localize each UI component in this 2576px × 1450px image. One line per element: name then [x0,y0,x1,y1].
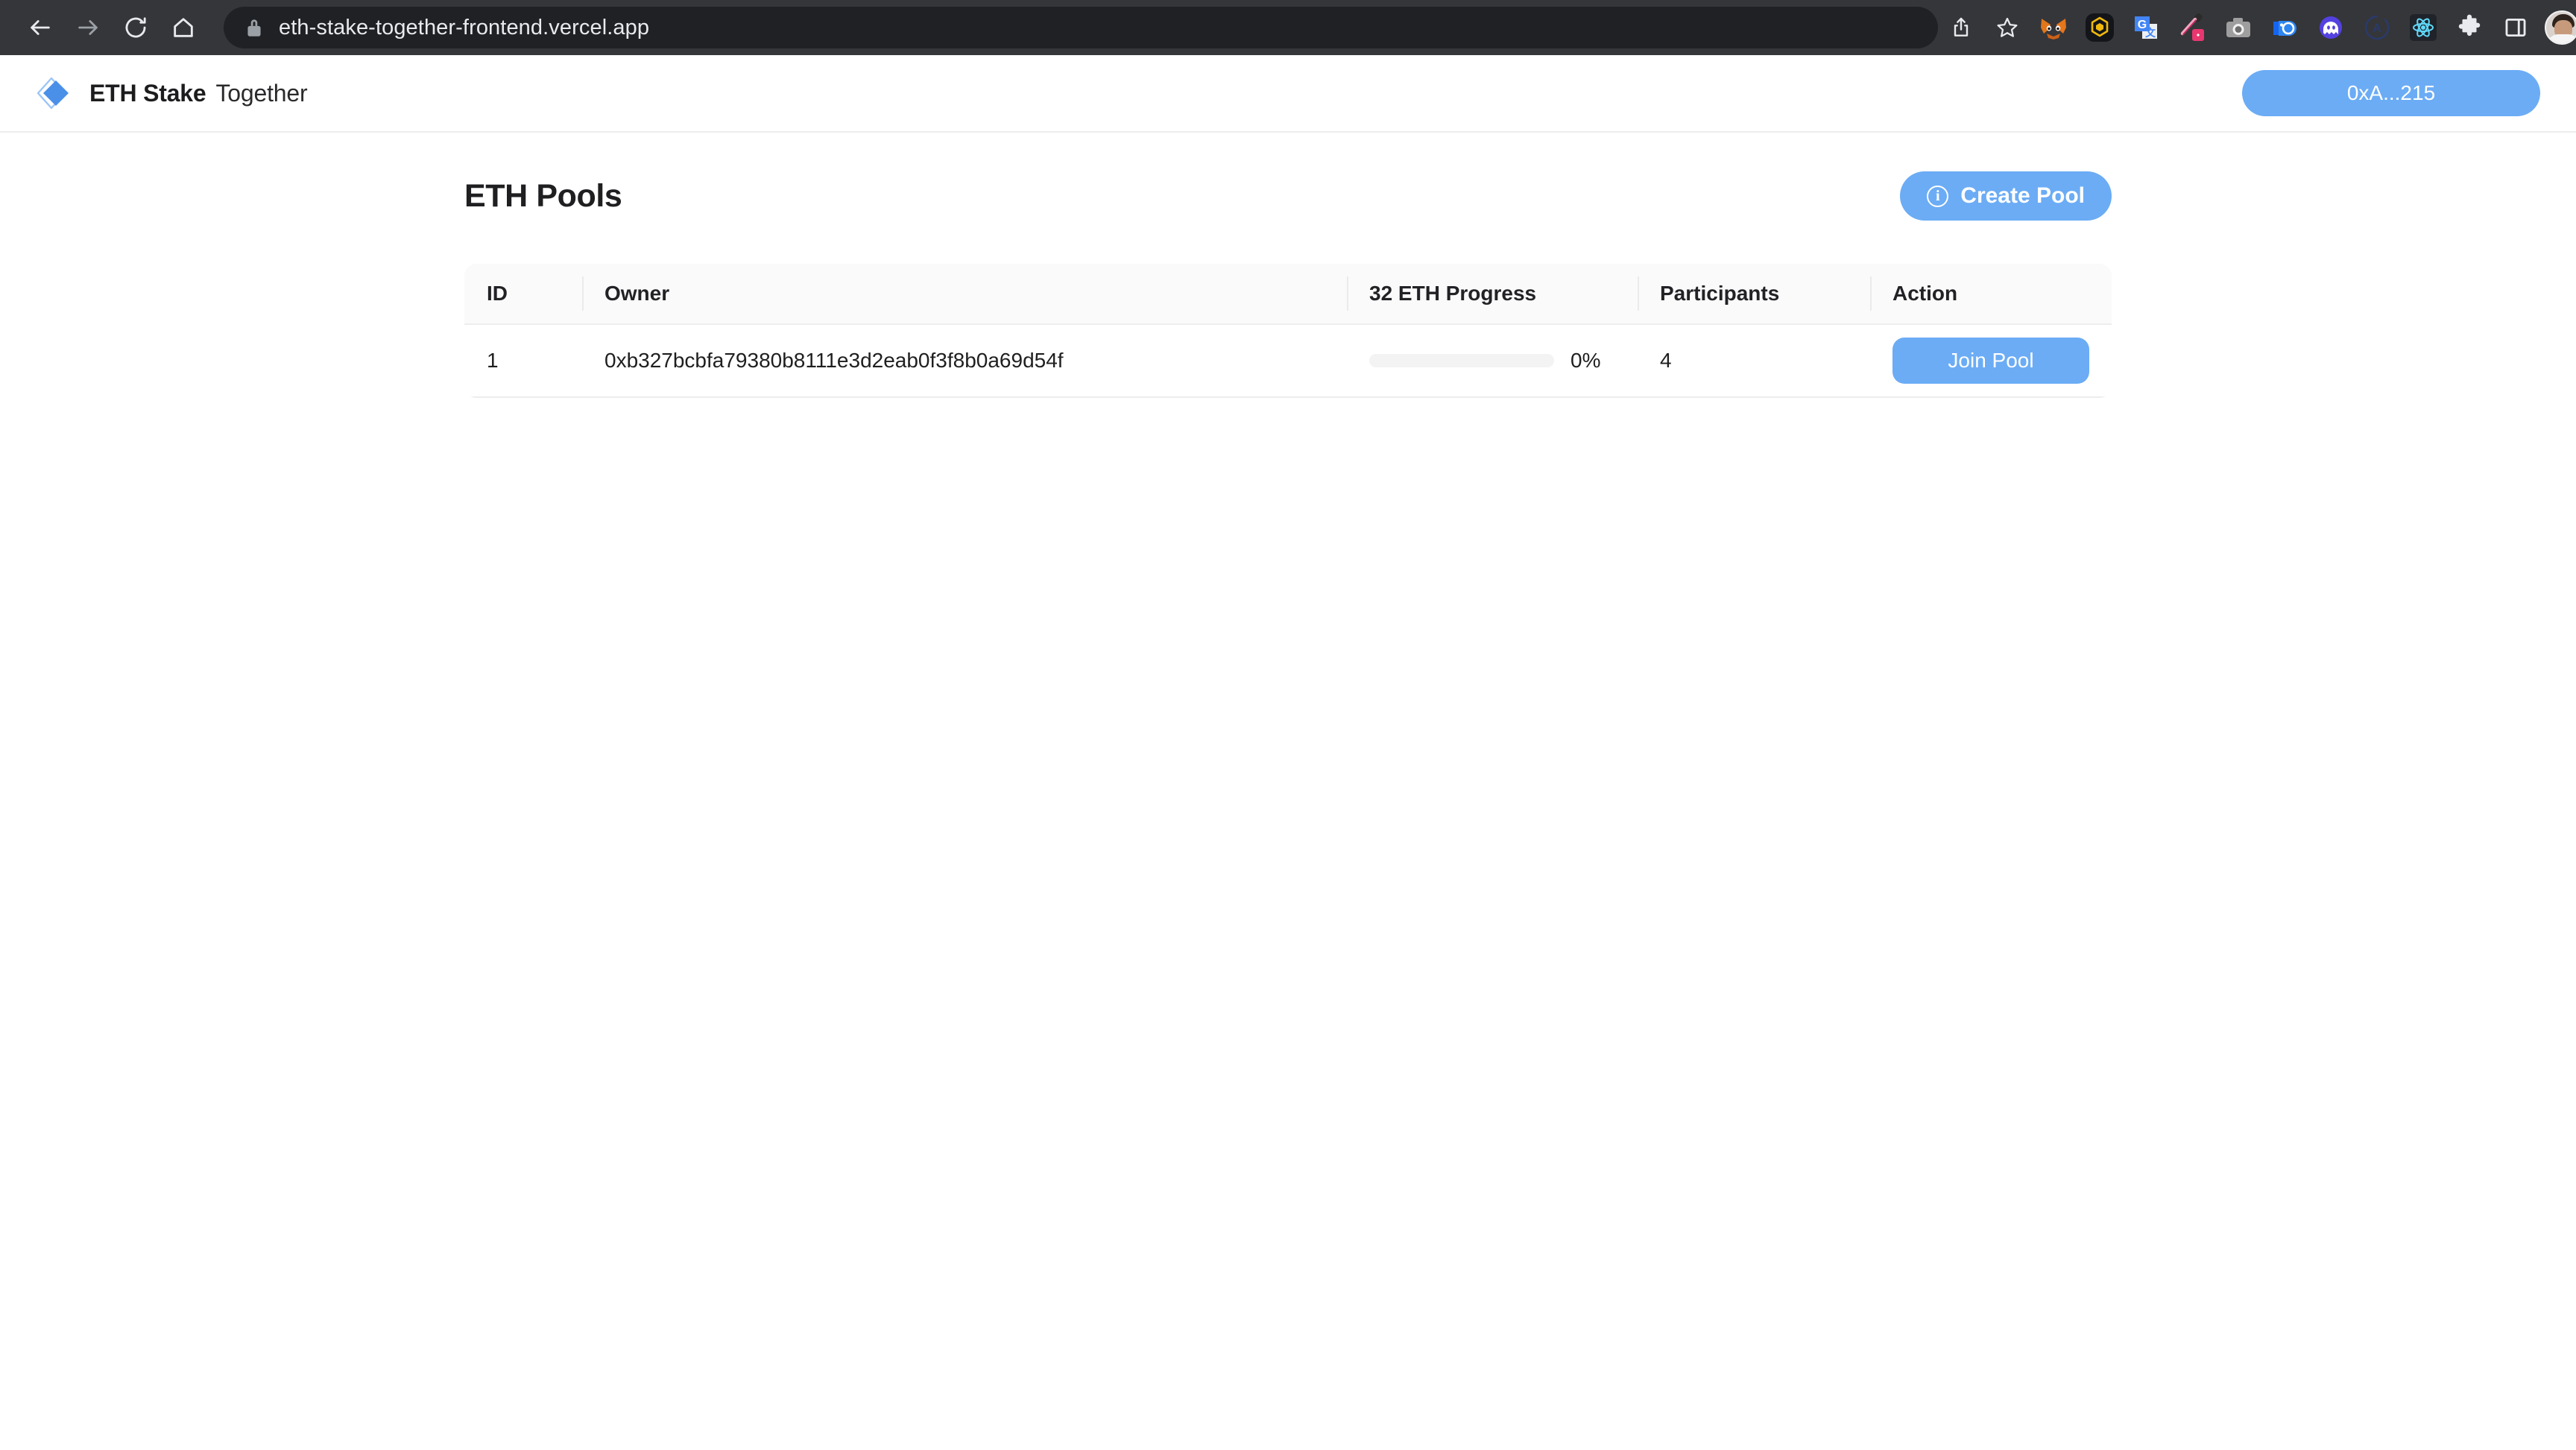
svg-text:文: 文 [2145,27,2156,39]
wallet-address-button[interactable]: 0xA...215 [2242,70,2540,116]
column-header-id: ID [487,282,508,305]
table-row: 1 0xb327bcbfa79380b8111e3d2eab0f3f8b0a69… [464,325,2112,398]
alpha-circle-extension-icon[interactable]: A [2354,4,2400,51]
address-bar[interactable]: eth-stake-together-frontend.vercel.app [224,7,1938,48]
side-panel-icon[interactable] [2493,4,2539,51]
join-pool-button[interactable]: Join Pool [1892,338,2089,384]
column-header-progress: 32 ETH Progress [1347,264,1638,323]
column-header-participants: Participants [1638,264,1870,323]
home-icon[interactable] [160,4,207,51]
react-devtools-extension-icon[interactable] [2400,4,2446,51]
ghost-wallet-extension-icon[interactable] [2308,4,2354,51]
tag-bookmark-extension-icon[interactable] [2261,4,2308,51]
share-icon[interactable] [1938,4,1984,51]
owner-address-text: 0xb327bcbfa79380b8111e3d2eab0f3f8b0a69d5… [604,349,1064,372]
avatar-image [2545,10,2576,45]
cell-owner-address: 0xb327bcbfa79380b8111e3d2eab0f3f8b0a69d5… [582,325,1347,396]
reload-icon[interactable] [112,4,160,51]
forward-icon[interactable] [64,4,112,51]
screenshot-camera-extension-icon[interactable] [2215,4,2261,51]
cell-progress: 0% [1347,325,1638,396]
brand-name-secondary: Together [215,79,308,107]
progress-bar-track [1369,354,1554,367]
binance-wallet-extension-icon[interactable] [2077,4,2123,51]
app-navbar: ETH Stake Together 0xA...215 [0,55,2576,133]
eth-diamond-logo-icon [36,75,73,112]
url-text: eth-stake-together-frontend.vercel.app [279,15,650,39]
eyedropper-colorpicker-extension-icon[interactable] [2169,4,2215,51]
pools-table: ID Owner 32 ETH Progress Participants Ac… [464,264,2112,398]
back-icon[interactable] [16,4,64,51]
profile-avatar[interactable] [2539,4,2576,51]
brand-text: ETH Stake Together [89,79,308,107]
metamask-extension-icon[interactable] [2030,4,2077,51]
table-header-row: ID Owner 32 ETH Progress Participants Ac… [464,264,2112,325]
extensions-puzzle-icon[interactable] [2446,4,2493,51]
column-header-owner: Owner [582,264,1347,323]
brand-logo-group[interactable]: ETH Stake Together [36,75,308,112]
progress-percent-label: 0% [1570,349,1601,372]
create-pool-button[interactable]: i Create Pool [1900,171,2112,221]
cell-action: Join Pool [1870,325,2112,396]
lock-icon [244,16,264,39]
column-header-action: Action [1870,264,2112,323]
page-header: ETH Pools i Create Pool [464,171,2112,221]
star-bookmark-icon[interactable] [1984,4,2030,51]
avatar-shirt [2548,34,2576,43]
create-pool-label: Create Pool [1960,183,2085,208]
info-circle-icon: i [1927,185,1949,207]
brand-name-primary: ETH Stake [89,79,206,107]
browser-toolbar: eth-stake-together-frontend.vercel.app G… [0,0,2576,55]
svg-text:A: A [2373,22,2381,35]
page-body: ETH Pools i Create Pool ID Owner 32 ETH … [0,133,2576,398]
google-translate-extension-icon[interactable]: G 文 [2123,4,2169,51]
cell-participants: 4 [1660,349,1672,372]
cell-pool-id: 1 [487,349,499,372]
content-container: ETH Pools i Create Pool ID Owner 32 ETH … [464,133,2112,398]
navigation-buttons [16,4,207,51]
browser-toolbar-actions: G 文 A [1938,4,2576,51]
page-title: ETH Pools [464,177,622,214]
